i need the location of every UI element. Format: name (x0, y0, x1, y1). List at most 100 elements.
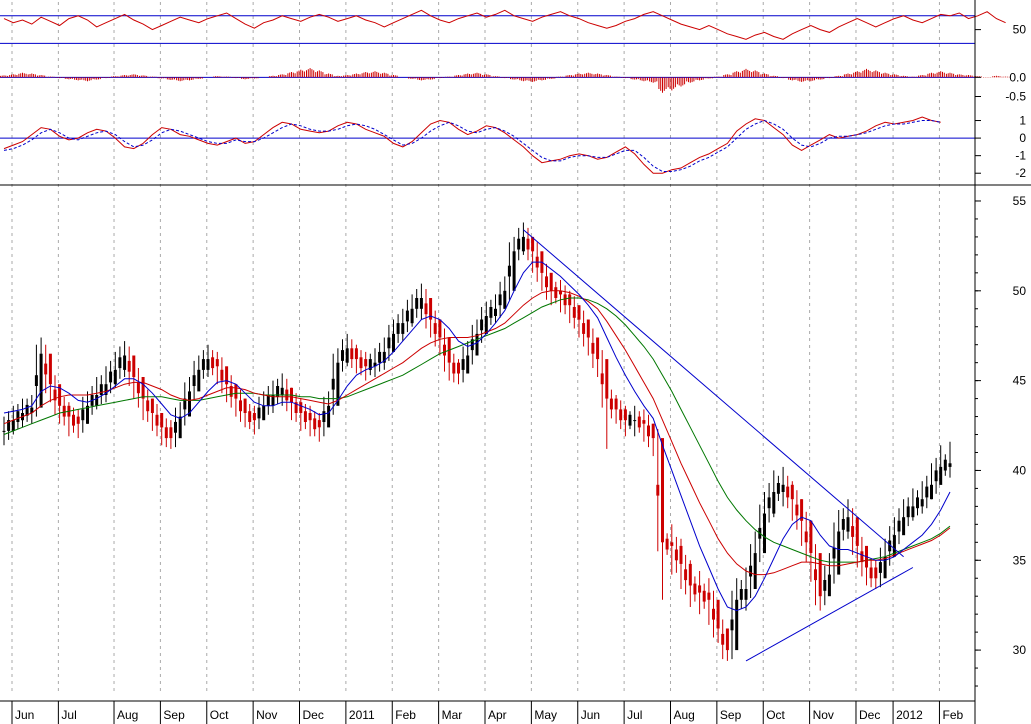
candle-body (257, 407, 261, 419)
candle-body (661, 438, 664, 543)
candle-body (656, 484, 660, 496)
candle-body (313, 418, 317, 430)
candle-body (197, 369, 201, 392)
candle-body (433, 323, 437, 334)
candle-body (401, 323, 405, 334)
candle-body (387, 337, 391, 349)
momentum-signal-line (3, 119, 941, 172)
candle-body (225, 366, 229, 385)
candle-body (781, 484, 785, 492)
candle-body (716, 599, 720, 629)
candle-body (123, 355, 127, 370)
stock-chart: 50 0.0 -0.5 1 0 -1 -2 55 50 45 40 35 30 Jun Jul Aug Sep O… (0, 0, 1031, 724)
oscillator-panel (0, 9, 1006, 44)
x-tick-label: Jul (627, 708, 642, 722)
candle-body (48, 353, 52, 385)
candle-body (545, 276, 548, 288)
candle-body (303, 411, 307, 422)
candle-body (266, 395, 270, 406)
candle-body (308, 413, 312, 421)
candle-body (160, 413, 164, 428)
candle-body (461, 359, 465, 370)
candle-body (619, 409, 623, 421)
y-tick-label: 40 (1013, 463, 1027, 477)
x-tick-label: Jul (61, 708, 76, 722)
candle-body (637, 416, 641, 428)
candle-body (146, 400, 150, 412)
candle-body (679, 545, 683, 564)
y-tick-label: 1 (1019, 114, 1026, 128)
candle-body (132, 355, 136, 378)
candle-body (712, 608, 715, 620)
y-tick-label: 30 (1013, 643, 1027, 657)
x-tick-label: Oct (766, 708, 785, 722)
candle-body (99, 384, 103, 395)
candle-body (554, 287, 558, 298)
candle-body (457, 362, 460, 374)
candle-body (443, 344, 446, 356)
candle-body (331, 378, 335, 390)
candle-body (72, 414, 75, 426)
candle-body (605, 359, 609, 399)
y-tick-label: 35 (1013, 553, 1027, 567)
candle-body (341, 350, 344, 361)
candle-body (688, 563, 692, 586)
trendline (523, 229, 904, 558)
x-tick-label: Sep (720, 708, 742, 722)
candle-body (452, 362, 456, 374)
candle-body (869, 567, 873, 579)
y-tick-label: -2 (1015, 166, 1026, 180)
candle-body (651, 423, 655, 439)
candle-body (419, 298, 423, 309)
candle-body (498, 294, 502, 306)
candle-body (322, 411, 326, 422)
candle-body (827, 574, 831, 597)
x-tick-label: May (534, 708, 557, 722)
candle-body (582, 323, 586, 334)
candle-body (512, 251, 516, 291)
candle-body (934, 470, 938, 482)
x-tick-label: Sep (163, 708, 185, 722)
candle-body (725, 628, 729, 651)
candle-body (174, 421, 177, 433)
candle-body (424, 303, 428, 315)
candle-body (614, 398, 618, 410)
candle-body (930, 484, 933, 500)
candle-body (392, 333, 395, 352)
candle-body (855, 517, 859, 546)
candle-body (906, 506, 910, 518)
candle-body (415, 298, 419, 309)
candle-body (127, 360, 131, 372)
x-tick-label: Aug (117, 708, 138, 722)
x-tick-label: 2011 (349, 708, 375, 722)
candle-body (633, 420, 637, 422)
candle-body (591, 342, 595, 354)
x-tick-label: Dec (859, 708, 880, 722)
candle-body (327, 405, 331, 428)
candle-body (698, 585, 702, 593)
y-tick-label: 50 (1013, 284, 1027, 298)
candle-body (234, 384, 238, 399)
candle-body (623, 409, 627, 421)
candle-body (911, 506, 915, 518)
x-tick-label: Feb (395, 708, 416, 722)
candle-body (81, 409, 85, 421)
candle-body (943, 459, 947, 471)
x-tick-label: Nov (813, 708, 834, 722)
candle-body (665, 538, 669, 550)
candle-body (735, 599, 739, 651)
y-tick-label: 50 (1013, 23, 1027, 37)
candle-body (897, 520, 901, 532)
candle-body (526, 238, 530, 250)
y-tick-label: -0.5 (1005, 90, 1026, 104)
price-panel (2, 222, 952, 662)
candle-body (846, 517, 850, 532)
candle-body (549, 272, 553, 291)
candle-body (684, 569, 688, 581)
candle-body (790, 484, 794, 500)
candle-body (201, 359, 205, 370)
candle-body (772, 492, 776, 514)
candle-body (707, 592, 711, 600)
candle-body (211, 357, 215, 369)
candle-body (786, 486, 790, 498)
